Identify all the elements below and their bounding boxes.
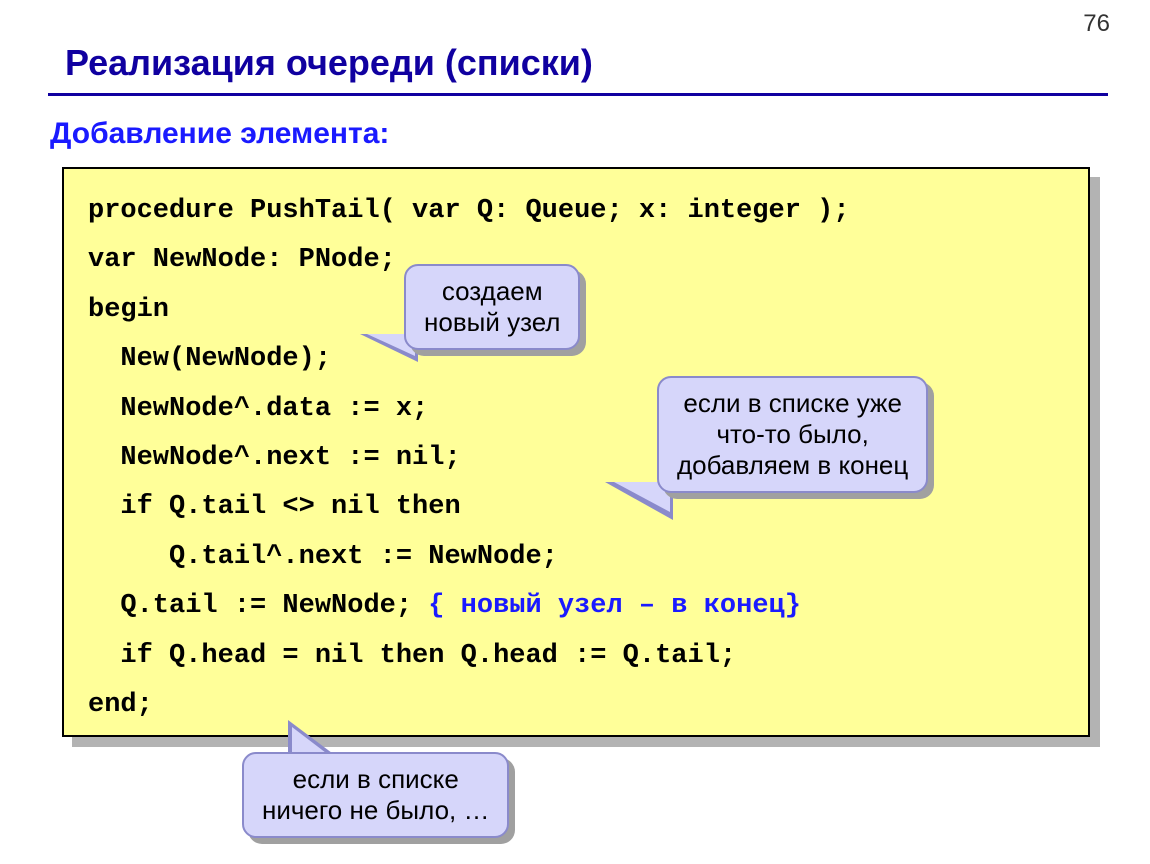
page-number: 76 (1083, 10, 1110, 38)
code-container: procedure PushTail( var Q: Queue; x: int… (62, 167, 1090, 737)
code-line: Q.tail := NewNode; { новый узел – в коне… (88, 582, 1064, 631)
callout-text: добавляем в конец (677, 450, 908, 481)
code-line: procedure PushTail( var Q: Queue; x: int… (88, 187, 1064, 236)
callout-text: создаем (424, 276, 560, 307)
slide-title: Реализация очереди (списки) (65, 42, 593, 84)
code-line: if Q.head = nil then Q.head := Q.tail; (88, 632, 1064, 681)
callout-text: ничего не было, … (262, 795, 489, 826)
section-subtitle: Добавление элемента: (50, 117, 389, 151)
callout-create-node: создаем новый узел (404, 264, 580, 350)
callout-empty-list: если в списке ничего не было, … (242, 752, 509, 838)
callout-text: что-то было, (677, 419, 908, 450)
code-comment: { новый узел – в конец} (428, 591, 801, 621)
title-divider (48, 93, 1108, 96)
code-block: procedure PushTail( var Q: Queue; x: int… (62, 167, 1090, 737)
callout-append-end: если в списке уже что-то было, добавляем… (657, 376, 928, 493)
callout-text: если в списке (262, 764, 489, 795)
code-line: end; (88, 681, 1064, 730)
callout-text: если в списке уже (677, 388, 908, 419)
callout-text: новый узел (424, 307, 560, 338)
code-line: Q.tail^.next := NewNode; (88, 533, 1064, 582)
code-text: Q.tail := NewNode; (88, 591, 428, 621)
